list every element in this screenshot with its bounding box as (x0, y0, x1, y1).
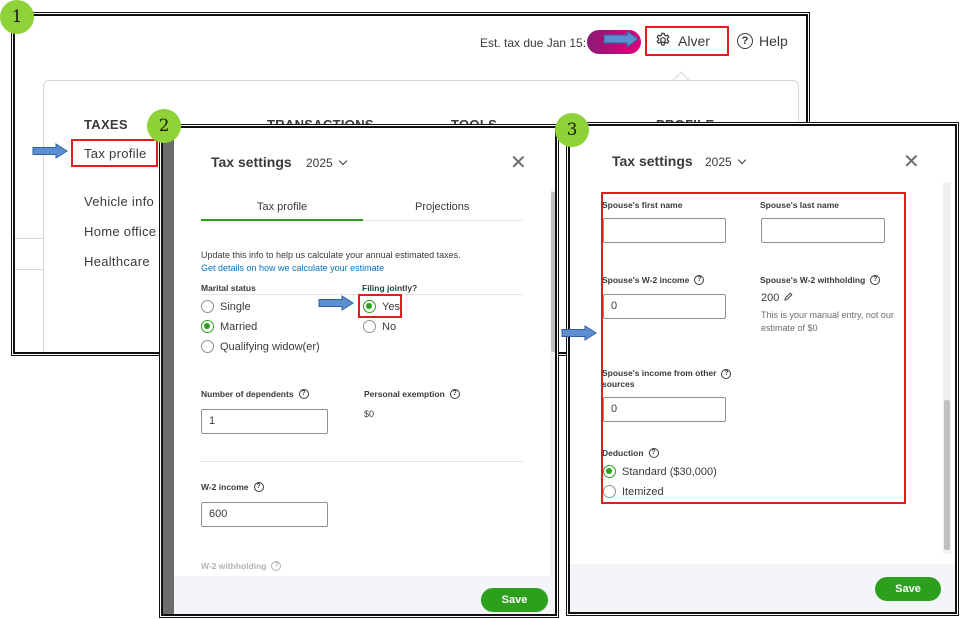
help-icon[interactable]: ? (298, 389, 309, 400)
step-badge-2: 2 (147, 109, 181, 143)
w2-withholding-label: W-2 withholding? (201, 561, 282, 572)
tab-divider (363, 220, 523, 221)
profile-menu-button[interactable]: Alver (645, 26, 729, 56)
tax-settings-modal-profile: Tax settings 2025 ✕ Tax profile Projecti… (161, 126, 557, 616)
help-label: Help (759, 33, 788, 49)
radio-married[interactable]: Married (201, 320, 257, 333)
arrow-right-icon (318, 295, 354, 311)
marital-status-label: Marital status (201, 283, 256, 293)
radio-filing-yes[interactable]: Yes (363, 300, 400, 313)
deduction-label: Deduction? (602, 448, 659, 459)
spouse-w2-income-input[interactable]: 0 (603, 294, 726, 319)
scrollbar-thumb[interactable] (551, 192, 555, 352)
spouse-other-income-input[interactable]: 0 (603, 397, 726, 422)
help-icon[interactable]: ? (648, 448, 659, 459)
dependents-input[interactable]: 1 (201, 409, 328, 434)
modal-title: Tax settings (211, 154, 292, 170)
spouse-last-name-input[interactable] (761, 218, 885, 243)
tab-projections[interactable]: Projections (415, 201, 469, 213)
help-icon[interactable]: ? (870, 275, 881, 286)
help-icon[interactable]: ? (253, 482, 264, 493)
help-icon[interactable]: ? (271, 561, 282, 572)
radio-single[interactable]: Single (201, 300, 251, 313)
save-button[interactable]: Save (481, 588, 548, 612)
year-value: 2025 (306, 156, 333, 170)
w2-income-input[interactable]: 600 (201, 502, 328, 527)
active-tab-indicator (201, 219, 363, 221)
spouse-first-name-input[interactable] (603, 218, 726, 243)
profile-name: Alver (678, 33, 710, 49)
tab-tax-profile[interactable]: Tax profile (257, 201, 307, 213)
radio-itemized-deduction[interactable]: Itemized (603, 485, 664, 498)
menu-heading-taxes: TAXES (84, 117, 128, 132)
backdrop-strip (163, 128, 174, 614)
filing-jointly-label: Filing jointly? (362, 283, 418, 293)
help-icon[interactable]: ? (694, 275, 705, 286)
year-value: 2025 (705, 155, 732, 169)
radio-filing-no[interactable]: No (363, 320, 396, 333)
scrollbar-thumb[interactable] (944, 400, 950, 550)
spouse-w2-withholding-value: 200 (761, 292, 793, 304)
intro-description: Update this info to help us calculate yo… (201, 250, 461, 260)
gear-icon (655, 32, 671, 51)
manual-entry-note: This is your manual entry, not our estim… (761, 310, 894, 333)
spouse-w2-withholding-label: Spouse's W-2 withholding? (760, 275, 881, 286)
personal-exemption-label: Personal exemption? (364, 389, 460, 400)
help-icon[interactable]: ? (449, 389, 460, 400)
spouse-other-income-label: Spouse's income from other sources ? (602, 368, 732, 389)
help-icon[interactable]: ? (721, 369, 732, 379)
help-button[interactable]: ? Help (737, 33, 788, 49)
save-button[interactable]: Save (875, 577, 941, 601)
chevron-down-icon (737, 155, 746, 165)
close-icon[interactable]: ✕ (510, 150, 527, 175)
est-tax-label: Est. tax due Jan 15: (480, 36, 587, 50)
top-bar: Est. tax due Jan 15: Alver ? Help (15, 16, 806, 71)
spouse-first-name-label: Spouse's first name (602, 200, 683, 210)
w2-income-label: W-2 income? (201, 482, 264, 493)
step-badge-1: 1 (0, 0, 34, 34)
pencil-icon[interactable] (784, 292, 793, 304)
intro-text: Update this info to help us calculate yo… (201, 249, 461, 275)
menu-item-tax-profile[interactable]: Tax profile (71, 139, 158, 167)
menu-item-vehicle-info[interactable]: Vehicle info (84, 194, 154, 209)
spouse-w2-income-label: Spouse's W-2 income? (602, 275, 705, 286)
withholding-amount: 200 (761, 292, 780, 304)
chevron-down-icon (338, 156, 347, 166)
divider (201, 461, 523, 462)
dependents-label: Number of dependents? (201, 389, 309, 400)
help-icon: ? (737, 33, 753, 49)
arrow-right-icon (603, 30, 639, 48)
radio-qualifying-widow[interactable]: Qualifying widow(er) (201, 340, 320, 353)
close-icon[interactable]: ✕ (903, 149, 920, 174)
tax-settings-modal-spouse: Tax settings 2025 ✕ Spouse's first name … (568, 124, 957, 614)
divider (15, 269, 43, 270)
radio-standard-deduction[interactable]: Standard ($30,000) (603, 465, 717, 478)
personal-exemption-value: $0 (364, 409, 375, 419)
year-selector[interactable]: 2025 (306, 156, 347, 170)
spouse-last-name-label: Spouse's last name (760, 200, 840, 210)
modal-title: Tax settings (612, 153, 693, 169)
menu-item-healthcare[interactable]: Healthcare (84, 254, 150, 269)
step-badge-3: 3 (555, 113, 589, 147)
arrow-right-icon (32, 143, 68, 159)
estimate-details-link[interactable]: Get details on how we calculate your est… (201, 262, 461, 275)
divider (15, 238, 43, 239)
year-selector[interactable]: 2025 (705, 155, 746, 169)
arrow-right-icon (561, 325, 597, 341)
